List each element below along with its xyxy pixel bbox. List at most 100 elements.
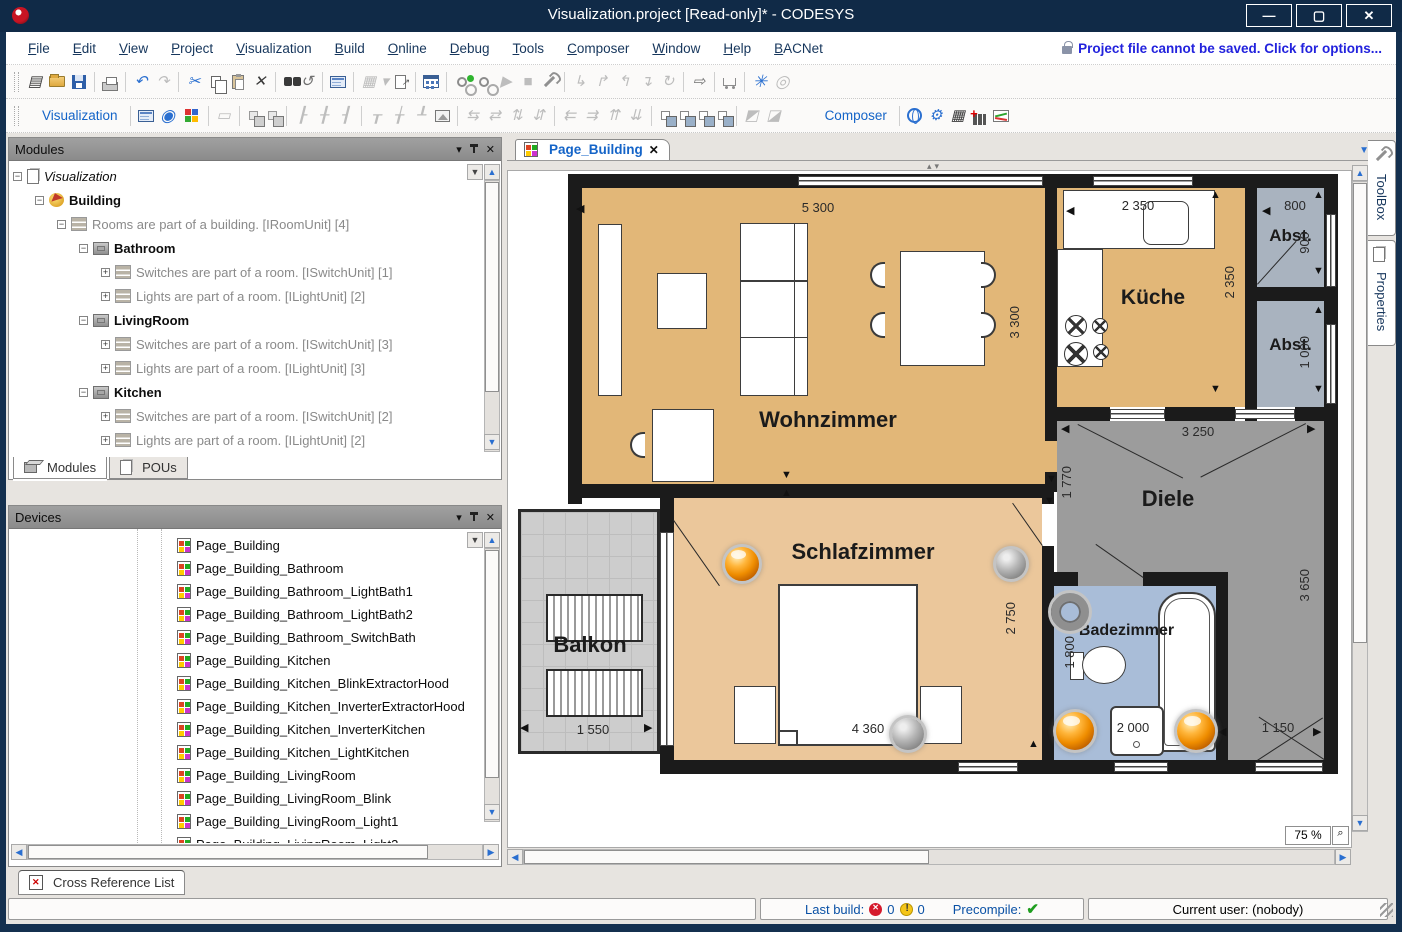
canvas-hscrollbar-thumb[interactable] xyxy=(524,850,929,864)
collapse-icon[interactable] xyxy=(57,220,66,229)
frame-icon[interactable]: ▭ xyxy=(213,104,235,128)
align-right-icon[interactable]: ┨ xyxy=(335,104,357,128)
run-icon[interactable]: ▶ xyxy=(495,70,517,94)
redo-icon[interactable]: ↷ xyxy=(152,70,174,94)
menu-project[interactable]: Project xyxy=(171,41,213,56)
collapse-icon[interactable] xyxy=(13,172,22,181)
menu-composer[interactable]: Composer xyxy=(567,41,629,56)
panel-menu-icon[interactable]: ▾ xyxy=(456,511,462,524)
size-c-icon[interactable]: ⇅ xyxy=(506,104,528,128)
copy-icon[interactable] xyxy=(211,76,221,88)
tree-item-bathroom-switches[interactable]: Switches are part of a room. [ISwitchUni… xyxy=(9,260,467,284)
menu-edit[interactable]: Edit xyxy=(73,41,96,56)
scroll-right-icon[interactable]: ▶ xyxy=(483,844,499,860)
composer-globe-icon[interactable] xyxy=(907,108,922,123)
size-a-icon[interactable]: ⇆ xyxy=(462,104,484,128)
tab-modules[interactable]: Modules xyxy=(13,457,107,479)
cut-icon[interactable]: ✂ xyxy=(183,70,205,94)
delete-icon[interactable]: ✕ xyxy=(249,70,271,94)
background-image-icon[interactable] xyxy=(435,110,450,122)
device-item[interactable]: Page_Building_Kitchen_InverterExtractorH… xyxy=(9,695,467,718)
size-d-icon[interactable]: ⇵ xyxy=(528,104,550,128)
device-item[interactable]: Page_Building_Kitchen_InverterKitchen xyxy=(9,718,467,741)
lamp-off-indicator[interactable] xyxy=(892,718,924,750)
tree-item-livingroom-lights[interactable]: Lights are part of a room. [ILightUnit] … xyxy=(9,356,467,380)
step-into-icon[interactable]: ↳ xyxy=(569,70,591,94)
tab-properties[interactable]: Properties xyxy=(1368,240,1396,346)
device-item[interactable]: Page_Building_Bathroom xyxy=(9,557,467,580)
tree-item-kitchen[interactable]: Kitchen xyxy=(9,380,467,404)
menu-file[interactable]: File xyxy=(28,41,50,56)
lamp-on-indicator[interactable] xyxy=(1177,712,1215,750)
align-bottom-icon[interactable]: ┸ xyxy=(410,104,432,128)
menu-debug[interactable]: Debug xyxy=(450,41,490,56)
color-palette-icon[interactable] xyxy=(185,109,198,122)
expand-icon[interactable] xyxy=(101,268,110,277)
visualization-canvas[interactable]: ◀ ◀ ▲ ◀ ▲ ▼ ▲ ▼ ▼ ◀ ▶ ▼ ▲ ▼ ▼ ◀ ▶ ◀ ▶ ▲ xyxy=(507,170,1352,848)
expand-icon[interactable] xyxy=(101,412,110,421)
pin-icon[interactable] xyxy=(470,144,478,154)
properties-table-icon[interactable] xyxy=(423,75,439,88)
composer-chart-icon[interactable] xyxy=(993,110,1009,122)
order-front-icon[interactable] xyxy=(661,111,670,120)
effect-b-icon[interactable]: ◪ xyxy=(763,104,785,128)
zoom-select-icon[interactable]: ◉ xyxy=(157,104,179,128)
scroll-up-icon[interactable]: ▲ xyxy=(484,164,500,180)
close-button[interactable]: ✕ xyxy=(1346,4,1392,27)
scroll-left-icon[interactable]: ◀ xyxy=(11,844,27,860)
device-item[interactable]: Page_Building_Kitchen_LightKitchen xyxy=(9,741,467,764)
replace-icon[interactable]: ↺ xyxy=(296,70,318,94)
lamp-on-indicator[interactable] xyxy=(725,547,759,581)
order-back-icon[interactable] xyxy=(680,111,689,120)
open-folder-icon[interactable] xyxy=(49,76,65,87)
scroll-up-icon[interactable]: ▲ xyxy=(484,532,500,548)
step-out-icon[interactable]: ↰ xyxy=(613,70,635,94)
tree-dropdown-icon[interactable]: ▼ xyxy=(467,164,483,180)
maximize-button[interactable]: ▢ xyxy=(1296,4,1342,27)
composer-settings-icon[interactable]: ⚙ xyxy=(925,104,947,128)
canvas-scroll-right-icon[interactable]: ▶ xyxy=(1335,849,1351,865)
collapse-icon[interactable] xyxy=(35,196,44,205)
canvas-scroll-left-icon[interactable]: ◀ xyxy=(507,849,523,865)
devices-panel-header[interactable]: Devices ▾ ✕ xyxy=(9,506,501,529)
menu-view[interactable]: View xyxy=(119,41,148,56)
new-object-icon[interactable] xyxy=(395,75,406,89)
input-assistant-icon[interactable] xyxy=(330,76,346,88)
tab-toolbox[interactable]: ToolBox xyxy=(1368,140,1396,236)
record-icon[interactable]: ◎ xyxy=(771,70,793,94)
panel-menu-icon[interactable]: ▾ xyxy=(456,143,462,156)
device-item[interactable]: Page_Building_Kitchen xyxy=(9,649,467,672)
expand-icon[interactable] xyxy=(101,364,110,373)
distribute-bottom-icon[interactable]: ⇊ xyxy=(625,104,647,128)
device-item[interactable]: Page_Building_LivingRoom_Blink xyxy=(9,787,467,810)
generate-code-icon[interactable] xyxy=(479,77,489,87)
align-middle-icon[interactable]: ╁ xyxy=(388,104,410,128)
lamp-ring-indicator[interactable] xyxy=(1051,593,1089,631)
device-item[interactable]: Page_Building_LivingRoom_Light2 xyxy=(9,833,467,843)
device-item[interactable]: Page_Building_Bathroom_LightBath1 xyxy=(9,580,467,603)
distribute-left-icon[interactable]: ⇇ xyxy=(559,104,581,128)
step-over-icon[interactable]: ↱ xyxy=(591,70,613,94)
order-forward-icon[interactable] xyxy=(699,111,708,120)
collapse-icon[interactable] xyxy=(79,244,88,253)
tools-icon[interactable] xyxy=(544,76,555,87)
menu-window[interactable]: Window xyxy=(652,41,700,56)
menu-help[interactable]: Help xyxy=(723,41,751,56)
collapse-icon[interactable] xyxy=(79,388,88,397)
scroll-down-icon[interactable]: ▼ xyxy=(484,434,500,450)
anchor-a-icon[interactable] xyxy=(249,111,258,120)
zoom-level-box[interactable]: 75 % xyxy=(1285,826,1331,845)
resize-grip[interactable] xyxy=(1380,903,1393,917)
lamp-off-indicator[interactable] xyxy=(996,549,1026,579)
find-icon[interactable] xyxy=(284,77,292,86)
tree-item-livingroom-switches[interactable]: Switches are part of a room. [ISwitchUni… xyxy=(9,332,467,356)
scroll-down-icon[interactable]: ▼ xyxy=(484,804,500,820)
lamp-on-indicator[interactable] xyxy=(1056,712,1094,750)
devices-scrollbar-thumb[interactable] xyxy=(485,550,499,778)
tree-item-kitchen-switches[interactable]: Switches are part of a room. [ISwitchUni… xyxy=(9,404,467,428)
tree-item-building[interactable]: Building xyxy=(9,188,467,212)
panel-close-icon[interactable]: ✕ xyxy=(486,143,495,156)
grid-dropdown-icon[interactable]: ▾ xyxy=(380,70,390,94)
canvas-scroll-up-icon[interactable]: ▲ xyxy=(1352,165,1368,181)
tree-item-kitchen-lights[interactable]: Lights are part of a room. [ILightUnit] … xyxy=(9,428,467,451)
